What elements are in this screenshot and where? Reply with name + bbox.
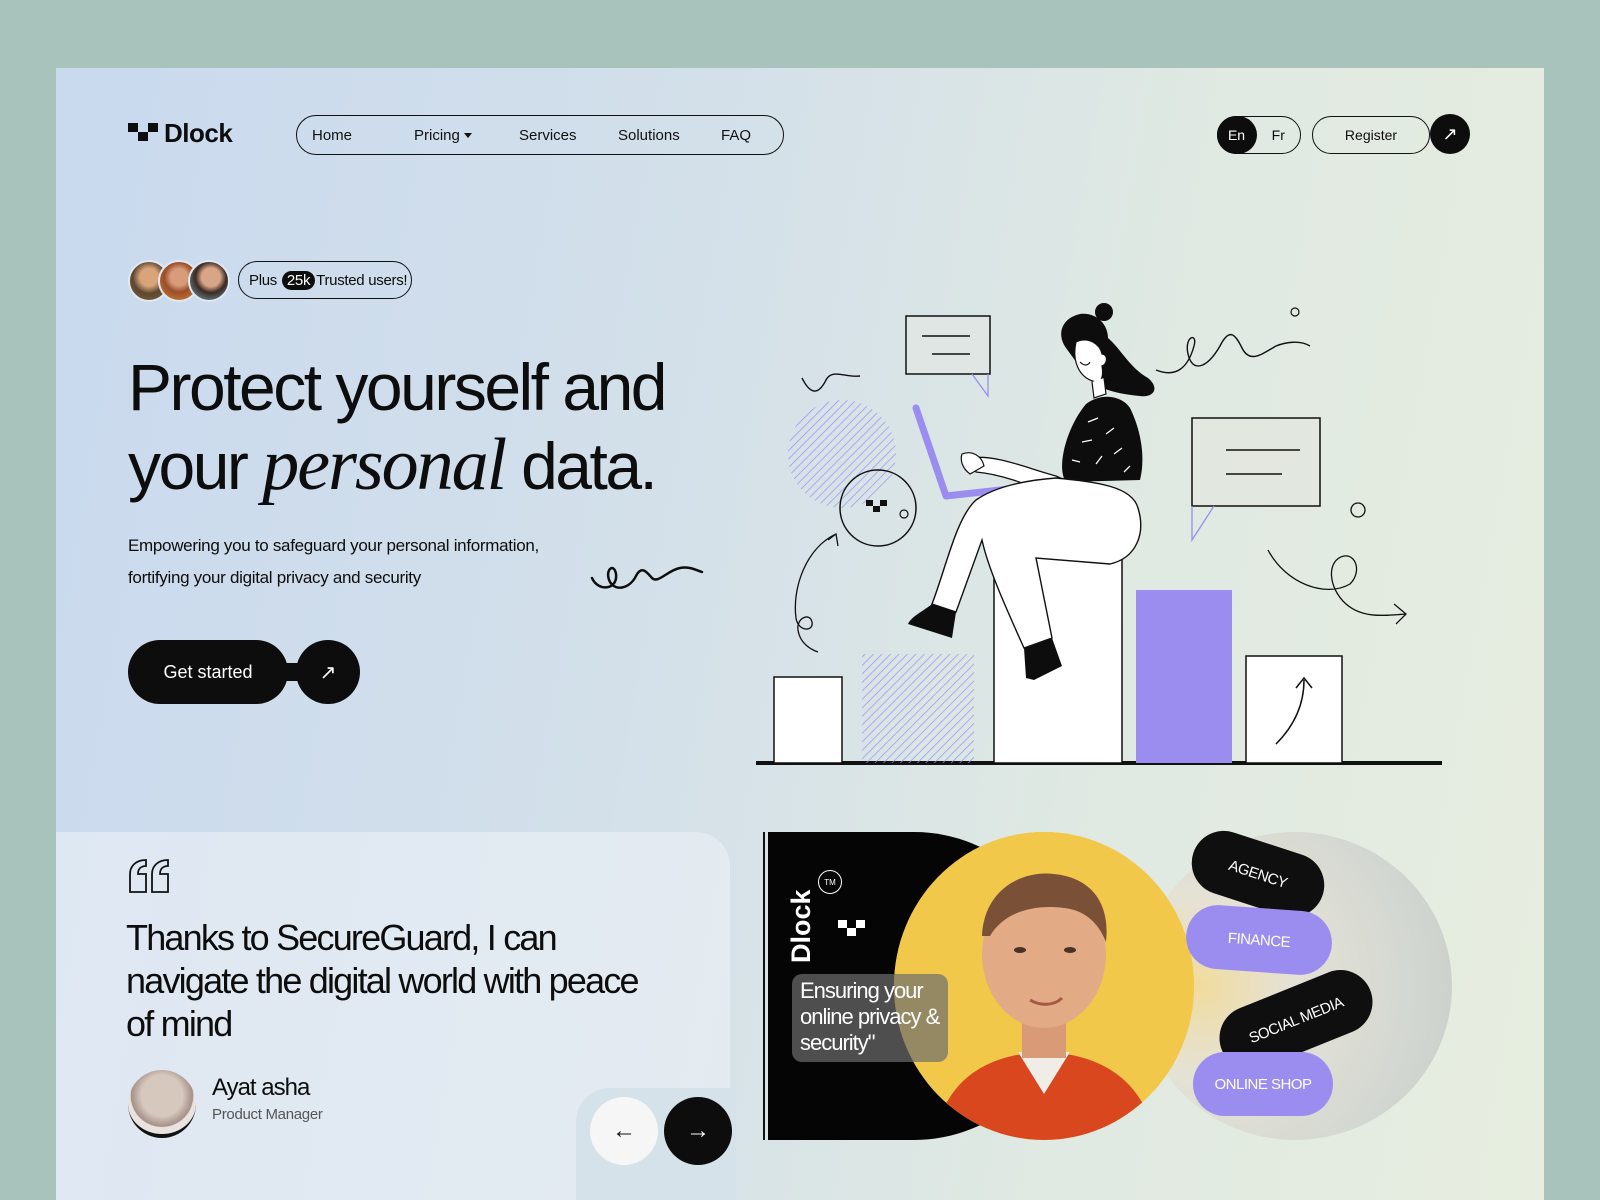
tagline-card: Ensuring your online privacy & security" <box>792 974 948 1062</box>
curly-arrow-icon <box>1267 549 1407 625</box>
nav-faq[interactable]: FAQ <box>721 127 751 144</box>
nav-pricing[interactable]: Pricing <box>414 127 472 144</box>
trusted-users-badge: Plus 25k Trusted users! <box>238 261 413 299</box>
headline-line1: Protect yourself and <box>128 350 667 424</box>
main-nav: Home Pricing Services Solutions FAQ <box>296 115 784 155</box>
quote-icon <box>129 859 169 893</box>
logo-mark-icon <box>128 122 158 145</box>
chart-bar-5 <box>1245 655 1343 764</box>
lang-en-button[interactable]: En <box>1216 116 1257 154</box>
chart-bar-2 <box>862 654 974 763</box>
avatar <box>188 260 230 302</box>
chart-bar-1 <box>773 676 843 764</box>
caret-down-icon <box>463 133 472 139</box>
curly-arrow-icon <box>794 532 839 653</box>
speech-bubble <box>905 315 991 375</box>
author-role: Product Manager <box>212 1106 323 1123</box>
trusted-prefix: Plus <box>249 271 277 289</box>
squiggle-decoration <box>801 373 861 392</box>
chart-bar-4 <box>1136 590 1232 763</box>
arrow-left-icon: ← <box>612 1117 636 1144</box>
logo-mark-icon <box>838 920 868 942</box>
nav-services[interactable]: Services <box>519 127 577 144</box>
register-button[interactable]: Register <box>1312 116 1430 154</box>
language-switcher: En Fr <box>1216 116 1301 154</box>
testimonial-quote: Thanks to SecureGuard, I can navigate th… <box>126 917 640 1044</box>
arrow-up-right-icon: ↗ <box>1442 123 1458 144</box>
hero-subtitle: Empowering you to safeguard your persona… <box>128 530 608 594</box>
nav-home[interactable]: Home <box>312 127 352 144</box>
speech-bubble <box>1191 417 1321 507</box>
get-started-button[interactable]: Get started <box>128 640 288 704</box>
headline-emphasis: personal <box>262 424 507 506</box>
get-started-arrow-button[interactable]: ↗ <box>296 640 360 704</box>
lang-fr-button[interactable]: Fr <box>1257 127 1301 143</box>
author-name: Ayat asha <box>212 1074 310 1101</box>
trusted-count: 25k <box>281 270 316 290</box>
brand-logo[interactable]: Dlock <box>128 118 233 149</box>
subtitle-line2: fortifying your digital privacy and secu… <box>128 568 421 587</box>
divider <box>763 832 765 1140</box>
author-avatar <box>128 1070 196 1138</box>
squiggle-decoration <box>1155 333 1311 374</box>
headline-line2-end: data. <box>521 429 658 503</box>
tag-finance[interactable]: FINANCE <box>1183 902 1335 978</box>
brand-name: Dlock <box>164 118 233 148</box>
nav-pricing-label: Pricing <box>414 126 460 144</box>
next-testimonial-button[interactable]: → <box>664 1097 732 1165</box>
headline-line2-start: your <box>128 429 249 503</box>
hatched-circle <box>788 400 896 508</box>
hero-headline: Protect yourself and your personal data. <box>128 348 667 506</box>
laptop-icon <box>912 404 1022 500</box>
brand-vertical-text: Dlock <box>786 889 816 963</box>
hero-illustration <box>756 303 1442 765</box>
logo-mark-icon <box>866 500 887 512</box>
landing-page: Dlock Home Pricing Services Solutions FA… <box>56 68 1544 1200</box>
register-arrow-button[interactable]: ↗ <box>1430 114 1470 154</box>
nav-solutions[interactable]: Solutions <box>618 127 680 144</box>
user-avatars <box>128 260 230 302</box>
tag-online-shop[interactable]: ONLINE SHOP <box>1193 1052 1333 1116</box>
previous-testimonial-button[interactable]: ← <box>590 1097 658 1165</box>
subtitle-line1: Empowering you to safeguard your persona… <box>128 536 539 555</box>
trademark-badge: TM <box>818 870 842 894</box>
patterned-shirt <box>1062 396 1143 482</box>
trusted-suffix: Trusted users! <box>316 271 408 289</box>
arrow-right-icon: → <box>686 1117 710 1144</box>
arrow-up-right-icon: ↗ <box>319 661 337 684</box>
